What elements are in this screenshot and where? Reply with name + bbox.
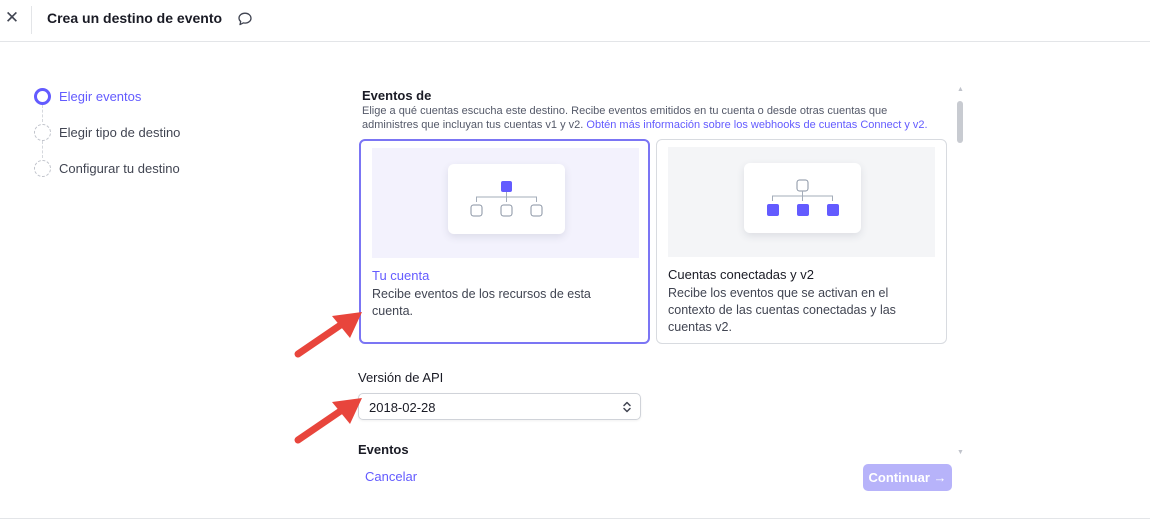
scroll-up-arrow-icon[interactable]: ▲ (957, 86, 964, 93)
tu-cuenta-illustration (372, 148, 639, 258)
annotation-arrow-icon (294, 312, 362, 358)
card-title: Tu cuenta (372, 268, 430, 283)
card-cuentas-conectadas[interactable]: Cuentas conectadas y v2 Recibe los event… (656, 139, 947, 344)
step-pending-icon (34, 159, 51, 177)
continue-button[interactable]: Continuar → (863, 464, 952, 491)
step-configurar-destino: Configurar tu destino (34, 158, 254, 178)
scroll-down-arrow-icon[interactable]: ▼ (957, 449, 964, 456)
header: ✕ Crea un destino de evento (0, 0, 1150, 42)
step-label: Configurar tu destino (59, 160, 180, 176)
api-version-value: 2018-02-28 (369, 400, 436, 415)
header-divider (31, 6, 32, 34)
card-description: Recibe eventos de los recursos de esta c… (372, 287, 591, 318)
step-elegir-tipo-destino: Elegir tipo de destino (34, 122, 254, 142)
step-connector (42, 141, 43, 158)
card-tu-cuenta[interactable]: Tu cuenta Recibe eventos de los recursos… (359, 139, 650, 344)
close-icon[interactable]: ✕ (0, 0, 24, 36)
events-from-description: Elige a qué cuentas escucha este destino… (362, 104, 937, 132)
api-version-label: Versión de API (358, 370, 444, 385)
step-label: Elegir tipo de destino (59, 124, 181, 140)
footer-divider (0, 518, 1150, 519)
events-label: Eventos (358, 442, 409, 457)
illustration-panel (448, 164, 565, 234)
step-elegir-eventos[interactable]: Elegir eventos (34, 86, 254, 106)
annotation-arrow-icon (294, 398, 362, 444)
cancel-button[interactable]: Cancelar (365, 469, 417, 484)
connect-webhooks-link[interactable]: Obtén más información sobre los webhooks… (586, 119, 927, 131)
account-tree-icon (470, 181, 543, 217)
step-active-icon (34, 87, 51, 105)
card-description: Recibe los eventos que se activan en el … (668, 286, 896, 334)
illustration-panel (744, 163, 861, 233)
speech-bubble-icon[interactable] (236, 10, 254, 28)
step-label: Elegir eventos (59, 88, 142, 104)
content-scrollbar[interactable]: ▲ ▼ (955, 86, 965, 456)
api-version-select[interactable]: 2018-02-28 (358, 393, 641, 420)
step-pending-icon (34, 123, 51, 141)
events-from-title: Eventos de (362, 88, 432, 103)
connected-accounts-tree-icon (767, 179, 839, 216)
page-title: Crea un destino de evento (47, 10, 223, 26)
card-title: Cuentas conectadas y v2 (668, 267, 814, 282)
step-connector (42, 105, 43, 122)
chevron-up-down-icon (623, 401, 631, 413)
scrollbar-thumb[interactable] (957, 101, 963, 143)
cuentas-conectadas-illustration (668, 147, 935, 257)
